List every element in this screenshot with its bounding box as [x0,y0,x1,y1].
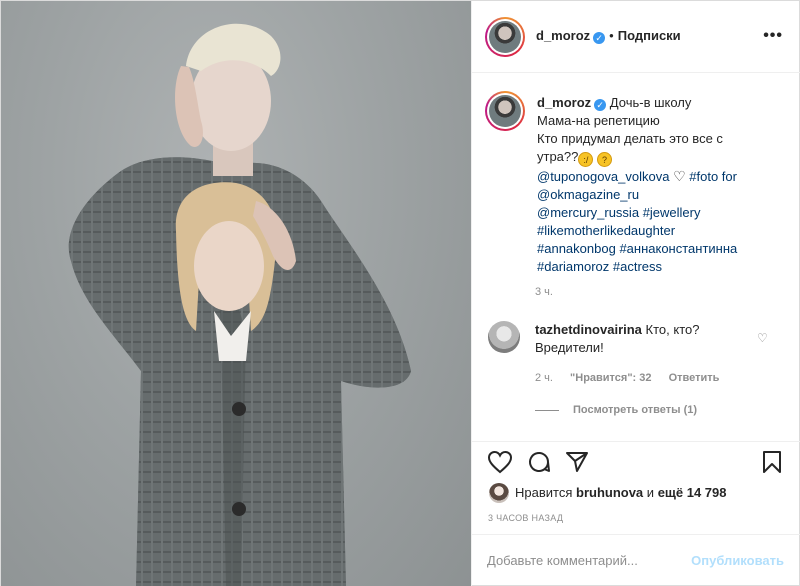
hashtag-link[interactable]: #actress [613,259,662,274]
comment-meta: 2 ч. "Нравится": 32 Ответить [535,372,733,384]
liker-username[interactable]: bruhunova [576,485,643,500]
hashtag-link[interactable]: #dariamoroz [537,259,609,274]
hashtag-link[interactable]: #likemotherlikedaughter [537,223,675,238]
likes-middle: и [646,485,655,500]
mention-link[interactable]: @tuponogova_volkova [537,169,669,184]
verified-badge-icon: ✓ [593,32,606,44]
view-replies-label: Посмотреть ответы (1) [573,404,698,416]
commenter-username[interactable]: tazhetdinovairina [535,322,642,337]
author-username[interactable]: d_moroz [536,28,590,43]
comment-bubble-icon[interactable] [527,450,551,474]
post-caption: d_moroz ✓ Дочь-в школу Мама-на репетицию … [537,94,787,276]
post-header: d_moroz ✓ • Подписки ••• [472,1,800,73]
author-avatar[interactable] [485,17,525,57]
caption-avatar[interactable] [485,91,525,131]
comment-text: Вредители! [535,340,604,355]
verified-badge-icon: ✓ [594,99,607,111]
comment-text: Кто, кто? [645,322,700,337]
reply-button[interactable]: Ответить [669,372,720,384]
heart-outline-icon: ♡ [673,168,686,184]
likes-summary: Нравится bruhunova и ещё 14 798 [489,483,727,503]
comment-body: tazhetdinovairina Кто, кто? Вредители! [535,321,775,357]
mention-link[interactable]: @mercury_russia [537,205,639,220]
mention-link[interactable]: @okmagazine_ru [537,187,639,202]
add-comment-bar: Добавьте комментарий... Опубликовать [471,534,800,586]
like-heart-icon[interactable] [487,450,513,474]
save-bookmark-icon[interactable] [761,450,783,474]
comment-like-heart-icon[interactable]: ♡ [757,331,768,345]
comment-likes[interactable]: "Нравится": 32 [570,372,651,384]
likes-prefix: Нравится [515,485,573,500]
hashtag-link[interactable]: #аннаконстантинна [619,241,737,256]
share-paper-plane-icon[interactable] [565,450,589,474]
caption-username[interactable]: d_moroz [537,95,591,110]
caption-line: Кто придумал делать это все с [537,131,723,146]
header-meta: d_moroz ✓ • Подписки [536,28,681,44]
caption-line: Дочь-в школу [609,95,692,110]
post-dialog: d_moroz ✓ • Подписки ••• d_moroz ✓ Дочь-в шк… [0,0,800,586]
caption-time[interactable]: 3 ч. [535,286,553,298]
publish-button[interactable]: Опубликовать [691,553,784,568]
post-photo[interactable] [1,1,471,586]
following-button[interactable]: Подписки [618,28,681,43]
hashtag-link[interactable]: #foto for [689,169,737,184]
hashtag-link[interactable]: #annakonbog [537,241,616,256]
view-replies-button[interactable]: Посмотреть ответы (1) [535,404,697,416]
thinking-emoji-icon: ? [597,152,612,167]
likes-count-button[interactable]: ещё 14 798 [658,485,727,500]
hashtag-link[interactable]: #jewellery [643,205,701,220]
confused-emoji-icon: :/ [578,152,594,167]
caption-line: утра?? [537,149,579,164]
commenter-avatar[interactable] [488,321,520,353]
photo-illustration [68,23,411,586]
comment-input[interactable]: Добавьте комментарий... [487,553,638,568]
caption-line: Мама-на репетицию [537,113,660,128]
comment-time[interactable]: 2 ч. [535,372,553,384]
liker-avatar[interactable] [489,483,509,503]
separator-dot: • [609,28,614,43]
replies-line [535,409,559,411]
more-options-icon[interactable]: ••• [763,27,783,45]
post-timestamp[interactable]: 3 ЧАСОВ НАЗАД [488,513,563,523]
